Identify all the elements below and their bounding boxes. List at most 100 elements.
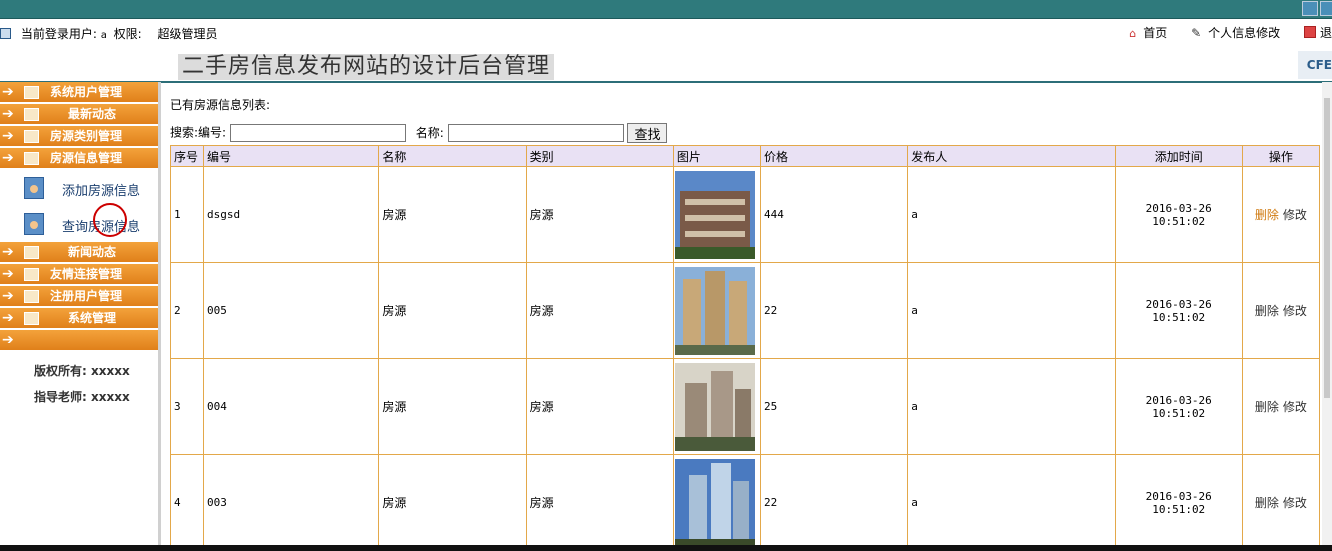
cell-publisher: a <box>907 262 1116 359</box>
title-bar <box>0 0 1332 19</box>
advisor-text: 指导老师: xxxxx <box>34 390 130 404</box>
cell-category: 房源 <box>525 454 674 551</box>
cell-actions: 删除 修改 <box>1241 262 1321 359</box>
sidebar-item-links[interactable]: ➔ 友情连接管理 <box>0 264 158 285</box>
column-header: 类别 <box>525 145 674 167</box>
cell-price: 22 <box>759 262 909 359</box>
table-row: 3 004 房源 房源 25 a 2016-03-26 10:51:02 删除 … <box>169 358 1321 455</box>
sidebar-item-empty[interactable]: ➔ <box>0 330 158 351</box>
search-button[interactable]: 查找 <box>627 123 668 143</box>
logout-link[interactable]: 退 <box>1303 26 1332 40</box>
arrow-right-icon: ➔ <box>2 332 14 348</box>
column-header: 图片 <box>672 145 761 167</box>
cell-index: 4 <box>169 454 205 551</box>
cell-publisher: a <box>907 358 1116 455</box>
arrow-right-icon: ➔ <box>2 266 14 282</box>
vertical-scrollbar[interactable] <box>1322 82 1332 551</box>
sidebar-item-house-category[interactable]: ➔ 房源类别管理 <box>0 126 158 147</box>
top-nav: ⌂ 首页 ✎ 个人信息修改 退 <box>1109 24 1332 41</box>
delete-link[interactable]: 删除 <box>1255 304 1279 318</box>
sidebar-item-news[interactable]: ➔ 新闻动态 <box>0 242 158 263</box>
cell-actions: 删除 修改 <box>1241 454 1321 551</box>
role-label: 权限: <box>113 27 142 41</box>
cell-code: 003 <box>203 454 380 551</box>
close-icon[interactable] <box>1320 1 1332 16</box>
copyright-block: 版权所有: xxxxx 指导老师: xxxxx <box>34 358 130 410</box>
column-header: 发布人 <box>907 145 1116 167</box>
user-card-icon <box>24 177 44 199</box>
delete-link[interactable]: 删除 <box>1255 208 1279 222</box>
edit-link[interactable]: 修改 <box>1283 304 1307 318</box>
cell-code: 004 <box>203 358 380 455</box>
name-search-input[interactable] <box>447 124 624 142</box>
column-header: 编号 <box>203 145 380 167</box>
sidebar-item-system-users[interactable]: ➔ 系统用户管理 <box>0 82 158 103</box>
column-header: 名称 <box>378 145 527 167</box>
cell-time: 2016-03-26 10:51:02 <box>1114 454 1243 551</box>
cell-name: 房源 <box>378 358 527 455</box>
delete-link[interactable]: 删除 <box>1255 496 1279 510</box>
cell-index: 1 <box>169 166 205 263</box>
edit-link[interactable]: 修改 <box>1283 496 1307 510</box>
cursor-highlight-circle <box>93 203 127 237</box>
sidebar-item-registered-users[interactable]: ➔ 注册用户管理 <box>0 286 158 307</box>
menu-icon <box>24 108 39 121</box>
code-search-input[interactable] <box>229 124 406 142</box>
arrow-right-icon: ➔ <box>2 128 14 144</box>
cell-category: 房源 <box>525 166 674 263</box>
cell-time: 2016-03-26 10:51:02 <box>1114 262 1243 359</box>
sidebar-item-house-info[interactable]: ➔ 房源信息管理 <box>0 148 158 169</box>
cell-actions: 删除 修改 <box>1241 166 1321 263</box>
cell-image <box>672 166 761 263</box>
user-icon <box>0 28 11 39</box>
menu-icon <box>24 290 39 303</box>
logo: CFE <box>1298 51 1332 79</box>
column-header: 操作 <box>1241 145 1321 167</box>
cell-actions: 删除 修改 <box>1241 358 1321 455</box>
cell-price: 444 <box>759 166 909 263</box>
scrollbar-thumb[interactable] <box>1324 98 1330 398</box>
cell-index: 3 <box>169 358 205 455</box>
cell-category: 房源 <box>525 262 674 359</box>
cell-publisher: a <box>907 166 1116 263</box>
cell-time: 2016-03-26 10:51:02 <box>1114 358 1243 455</box>
menu-icon <box>24 86 39 99</box>
arrow-right-icon: ➔ <box>2 106 14 122</box>
table-row: 1 dsgsd 房源 房源 444 a 2016-03-26 10:51:02 … <box>169 166 1321 263</box>
cell-name: 房源 <box>378 262 527 359</box>
copyright-text: 版权所有: xxxxx <box>34 364 130 378</box>
cell-index: 2 <box>169 262 205 359</box>
sidebar-item-latest-news[interactable]: ➔ 最新动态 <box>0 104 158 125</box>
login-label: 当前登录用户: <box>20 27 97 41</box>
user-bar: 当前登录用户: a 权限: 超级管理员 ⌂ 首页 ✎ 个人信息修改 退 <box>0 19 1332 46</box>
cell-time: 2016-03-26 10:51:02 <box>1114 166 1243 263</box>
list-title: 已有房源信息列表: <box>170 98 271 112</box>
profile-edit-link[interactable]: ✎ 个人信息修改 <box>1191 26 1280 40</box>
home-icon: ⌂ <box>1129 27 1137 40</box>
column-header: 添加时间 <box>1114 145 1243 167</box>
login-info: 当前登录用户: a 权限: 超级管理员 <box>0 25 217 42</box>
page-title: 二手房信息发布网站的设计后台管理 <box>178 54 555 80</box>
delete-link[interactable]: 删除 <box>1255 400 1279 414</box>
minimize-icon[interactable] <box>1302 1 1318 16</box>
table-row: 4 003 房源 房源 22 a 2016-03-26 10:51:02 删除 … <box>169 454 1321 551</box>
arrow-right-icon: ➔ <box>2 288 14 304</box>
menu-icon <box>24 152 39 165</box>
house-image <box>674 458 755 547</box>
arrow-right-icon: ➔ <box>2 244 14 260</box>
bottom-edge <box>0 545 1332 551</box>
table-row: 2 005 房源 房源 22 a 2016-03-26 10:51:02 删除 … <box>169 262 1321 359</box>
home-link[interactable]: ⌂ 首页 <box>1129 26 1167 40</box>
menu-icon <box>24 246 39 259</box>
sidebar-item-system[interactable]: ➔ 系统管理 <box>0 308 158 329</box>
arrow-right-icon: ➔ <box>2 150 14 166</box>
cell-image <box>672 358 761 455</box>
cell-name: 房源 <box>378 454 527 551</box>
menu-icon <box>24 268 39 281</box>
sidebar-subitem-query-house[interactable]: 查询房源信息 <box>0 206 158 242</box>
column-header: 价格 <box>759 145 909 167</box>
sidebar-subitem-add-house[interactable]: 添加房源信息 <box>0 170 158 206</box>
edit-link[interactable]: 修改 <box>1283 400 1307 414</box>
edit-link[interactable]: 修改 <box>1283 208 1307 222</box>
house-image <box>674 362 755 451</box>
